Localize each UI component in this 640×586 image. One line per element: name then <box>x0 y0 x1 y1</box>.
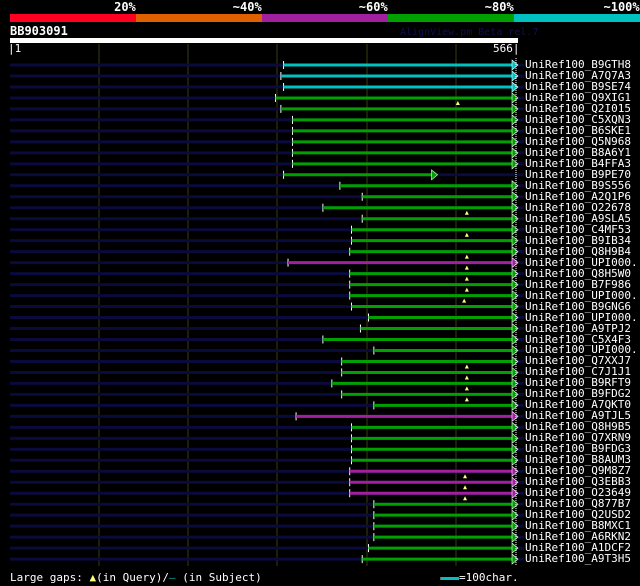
hit-end-arrow <box>511 443 519 455</box>
query-gap-marker <box>464 375 469 380</box>
query-gap-marker <box>464 232 469 237</box>
hit-label[interactable]: UniRef100_UPI000.. <box>525 312 640 323</box>
query-gap-marker <box>462 298 467 303</box>
hit-end-arrow <box>511 300 519 313</box>
hit-end-arrow <box>511 246 519 258</box>
subject-gap-icon: — <box>168 571 176 584</box>
hit-end-arrow <box>511 256 519 269</box>
hit-end-arrow <box>511 531 519 543</box>
hit-end-arrow <box>511 278 519 291</box>
hit-label[interactable]: UniRef100_Q8H9B4 <box>525 246 631 257</box>
hit-end-arrow <box>511 399 519 412</box>
query-gap-marker <box>463 474 468 479</box>
hit-end-arrow <box>511 125 519 137</box>
hit-end-arrow <box>511 224 519 236</box>
scale-label: =100char. <box>459 571 519 584</box>
hit-end-arrow <box>511 70 519 82</box>
query-gap-marker <box>464 276 469 281</box>
query-gap-marker <box>464 254 469 259</box>
hit-label[interactable]: UniRef100_A9T3H5 <box>525 553 631 564</box>
hit-end-arrow <box>511 498 519 510</box>
query-gap-marker <box>464 397 469 402</box>
hit-end-arrow <box>511 147 519 159</box>
hit-end-arrow <box>511 410 519 423</box>
hit-end-arrow <box>511 267 519 280</box>
hit-end-arrow <box>511 81 519 93</box>
hit-end-arrow <box>511 158 519 170</box>
hit-end-arrow <box>511 59 519 71</box>
hit-end-arrow <box>511 476 519 488</box>
hit-end-arrow <box>511 520 519 532</box>
hit-end-arrow <box>511 235 519 247</box>
hit-end-arrow <box>511 180 519 192</box>
hit-end-arrow <box>511 311 519 324</box>
gap-in-subject-label: (in Subject) <box>182 571 262 584</box>
query-gap-marker <box>463 496 468 501</box>
hit-end-arrow <box>511 421 519 433</box>
hit-end-arrow <box>511 191 519 203</box>
hit-end-arrow <box>511 289 519 302</box>
hit-end-arrow <box>511 366 519 379</box>
scale-bar <box>440 576 459 580</box>
query-gap-marker <box>464 386 469 391</box>
hit-end-arrow <box>511 388 519 401</box>
hit-end-arrow <box>511 322 519 335</box>
scale-legend: =100char. <box>440 571 519 584</box>
hit-end-arrow <box>511 333 519 346</box>
gap-in-query-label: (in Query)/ <box>96 571 169 584</box>
hit-label[interactable]: UniRef100_B9GNG6 <box>525 301 631 312</box>
query-gap-marker <box>463 485 468 490</box>
query-gap-marker <box>464 364 469 369</box>
hit-end-arrow <box>511 454 519 466</box>
hit-label[interactable]: UniRef100_A9TPJ2 <box>525 323 631 334</box>
hit-end-arrow <box>511 432 519 444</box>
query-gap-marker <box>464 210 469 215</box>
hit-end-arrow <box>511 553 519 565</box>
gap-legend: Large gaps: ▲(in Query)/— (in Subject) <box>10 571 262 584</box>
hit-end-arrow <box>511 114 519 126</box>
hit-end-arrow <box>511 136 519 148</box>
query-gap-marker <box>464 287 469 292</box>
hit-end-arrow <box>511 465 519 477</box>
hit-end-arrow <box>511 92 519 104</box>
hit-end-arrow <box>431 169 439 181</box>
hit-end-arrow <box>511 202 519 214</box>
query-gap-marker <box>464 265 469 270</box>
hit-end-arrow <box>511 509 519 521</box>
hit-end-arrow <box>511 355 519 368</box>
hit-end-arrow <box>511 542 519 554</box>
hit-label[interactable]: UniRef100_B7F986 <box>525 279 631 290</box>
hit-end-arrow <box>511 344 519 357</box>
hit-label[interactable]: UniRef100_UPI000.. <box>525 257 640 268</box>
hit-end-arrow <box>511 103 519 115</box>
hit-end-arrow <box>511 377 519 390</box>
hit-label[interactable]: UniRef100_Q8H5W0 <box>525 268 631 279</box>
gap-legend-label: Large gaps: <box>10 571 83 584</box>
hit-label[interactable]: UniRef100_UPI000.. <box>525 290 640 301</box>
hit-end-arrow <box>511 487 519 499</box>
hit-end-arrow <box>511 213 519 225</box>
